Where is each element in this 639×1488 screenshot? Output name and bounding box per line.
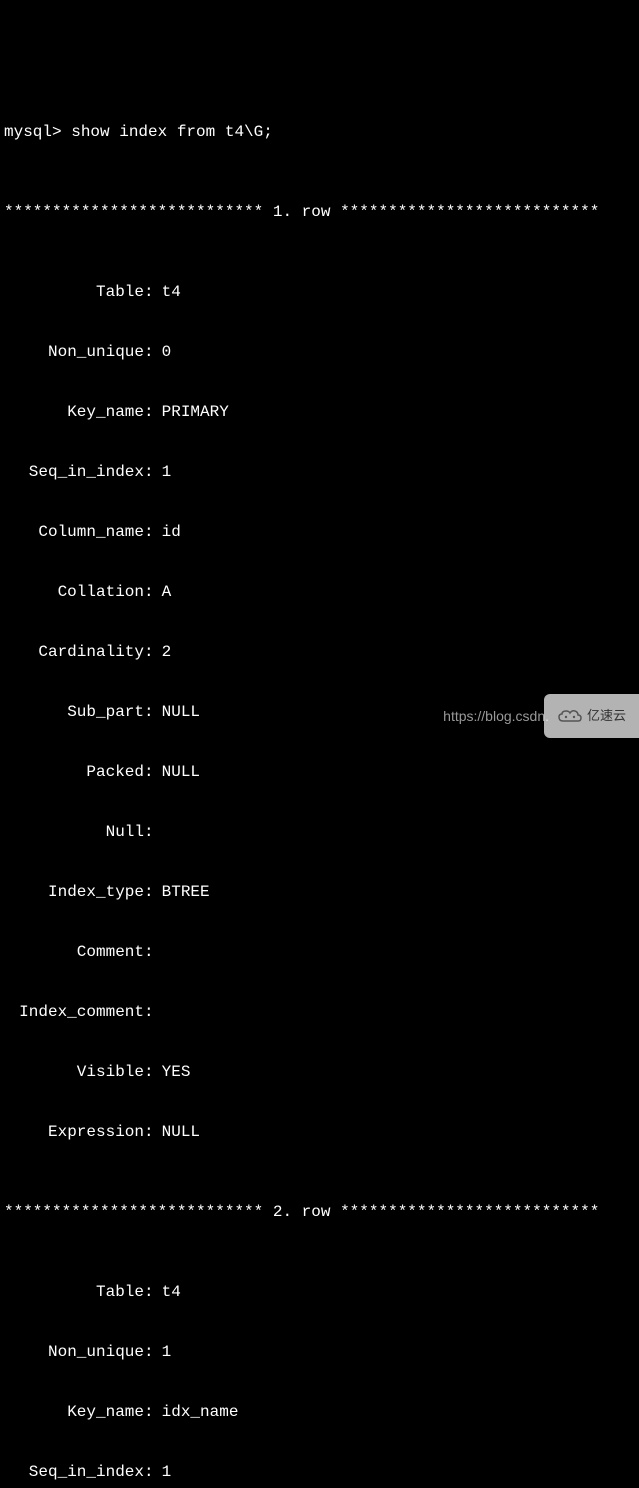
field-label: Comment: [4, 942, 144, 962]
field-row: Visible:YES: [4, 1062, 639, 1082]
logo-badge: 亿速云: [544, 694, 639, 738]
field-row: Expression:NULL: [4, 1122, 639, 1142]
field-value: YES: [154, 1062, 191, 1082]
field-value: id: [154, 522, 181, 542]
field-label: Table: [4, 1282, 144, 1302]
field-label: Seq_in_index: [4, 1462, 144, 1482]
field-label: Index_comment: [4, 1002, 144, 1022]
field-value: BTREE: [154, 882, 210, 902]
field-row: Seq_in_index:1: [4, 1462, 639, 1482]
field-row: Column_name:id: [4, 522, 639, 542]
field-label: Non_unique: [4, 1342, 144, 1362]
field-value: A: [154, 582, 172, 602]
mysql-prompt: mysql> show index from t4\G;: [4, 122, 639, 142]
field-row: Comment:: [4, 942, 639, 962]
field-value: NULL: [154, 1122, 200, 1142]
field-label: Expression: [4, 1122, 144, 1142]
field-label: Null: [4, 822, 144, 842]
field-row: Packed:NULL: [4, 762, 639, 782]
field-row: Index_comment:: [4, 1002, 639, 1022]
row-separator-1: *************************** 1. row *****…: [4, 202, 639, 222]
field-row: Key_name:PRIMARY: [4, 402, 639, 422]
field-label: Column_name: [4, 522, 144, 542]
field-value: [154, 1002, 162, 1022]
field-row: Non_unique:0: [4, 342, 639, 362]
terminal-output: mysql> show index from t4\G; ***********…: [0, 80, 639, 1488]
field-value: 2: [154, 642, 172, 662]
field-value: NULL: [154, 702, 200, 722]
field-row: Table:t4: [4, 1282, 639, 1302]
field-row: Non_unique:1: [4, 1342, 639, 1362]
field-label: Key_name: [4, 1402, 144, 1422]
field-label: Visible: [4, 1062, 144, 1082]
field-label: Collation: [4, 582, 144, 602]
field-value: 1: [154, 1342, 172, 1362]
field-label: Key_name: [4, 402, 144, 422]
field-value: 0: [154, 342, 172, 362]
field-value: 1: [154, 1462, 172, 1482]
field-row: Seq_in_index:1: [4, 462, 639, 482]
watermark-text: https://blog.csdn.: [443, 706, 549, 726]
field-label: Index_type: [4, 882, 144, 902]
field-row: Collation:A: [4, 582, 639, 602]
field-row: Key_name:idx_name: [4, 1402, 639, 1422]
field-label: Table: [4, 282, 144, 302]
field-row: Cardinality:2: [4, 642, 639, 662]
field-label: Non_unique: [4, 342, 144, 362]
field-value: idx_name: [154, 1402, 239, 1422]
field-value: 1: [154, 462, 172, 482]
field-label: Packed: [4, 762, 144, 782]
field-label: Sub_part: [4, 702, 144, 722]
logo-text: 亿速云: [587, 706, 626, 726]
field-label: Seq_in_index: [4, 462, 144, 482]
field-row: Table:t4: [4, 282, 639, 302]
field-row: Null:: [4, 822, 639, 842]
field-label: Cardinality: [4, 642, 144, 662]
field-value: t4: [154, 1282, 181, 1302]
field-value: NULL: [154, 762, 200, 782]
field-value: [154, 822, 162, 842]
field-row: Index_type:BTREE: [4, 882, 639, 902]
field-value: PRIMARY: [154, 402, 229, 422]
field-value: t4: [154, 282, 181, 302]
field-value: [154, 942, 162, 962]
cloud-icon: [557, 708, 583, 724]
row-separator-2: *************************** 2. row *****…: [4, 1202, 639, 1222]
